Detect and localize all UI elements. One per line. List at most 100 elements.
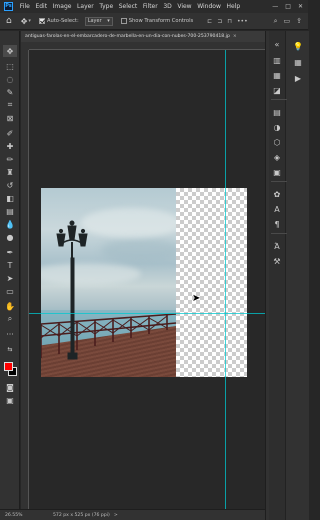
horizontal-ruler[interactable] [29, 42, 265, 50]
show-transform-controls-label: Show Transform Controls [128, 18, 194, 24]
vertical-guide[interactable] [225, 50, 226, 509]
home-icon[interactable]: ⌂ [6, 16, 12, 26]
tool-presets-icon[interactable]: ⚒ [269, 254, 285, 268]
foreground-color-swatch[interactable] [4, 362, 13, 371]
history-brush-tool-icon[interactable]: ↺ [3, 179, 17, 191]
actions-panel-icon[interactable]: ▶ [290, 71, 306, 85]
paragraph-panel-icon[interactable]: ¶ [269, 217, 285, 231]
screen-mode-icon[interactable]: ▣ [3, 394, 17, 406]
minimize-icon[interactable]: — [272, 3, 278, 10]
dodge-tool-icon[interactable]: ● [3, 231, 17, 243]
properties-panel-icon[interactable]: ▦ [269, 68, 285, 82]
options-bar: ⌂ ✥ ▾ Auto-Select: Layer ▾ Show Transfor… [0, 13, 308, 30]
menu-filter[interactable]: Filter [140, 3, 160, 10]
status-bar: 26.55% 572 px x 525 px (76 ppi) > [0, 509, 265, 520]
auto-select-checkbox[interactable] [38, 18, 45, 24]
move-cursor-icon: ➤ [192, 293, 201, 304]
pen-tool-icon[interactable]: ✒ [3, 246, 17, 258]
status-menu-caret-icon[interactable]: > [114, 513, 118, 518]
maximize-icon[interactable]: □ [285, 3, 291, 10]
brush-tool-icon[interactable]: ✏ [3, 153, 17, 165]
canvas-area[interactable]: ➤ [29, 50, 265, 509]
panel-dock-secondary: 💡 ▦ ▶ [287, 31, 309, 520]
menu-bar: Ps File Edit Image Layer Type Select Fil… [0, 0, 308, 13]
menu-file[interactable]: File [17, 3, 33, 10]
type-tool-icon[interactable]: T [3, 259, 17, 271]
brush-settings-icon[interactable]: ✿ [269, 187, 285, 201]
learn-panel-icon[interactable]: 💡 [290, 39, 306, 53]
harbour-lamppost-photo[interactable] [41, 188, 176, 377]
zoom-level[interactable]: 26.55% [5, 513, 47, 518]
auto-select-target-value: Layer [87, 18, 102, 24]
photoshop-logo-icon[interactable]: Ps [4, 2, 13, 11]
horizontal-guide[interactable] [29, 313, 265, 314]
window-controls: — □ ✕ [272, 3, 308, 10]
menu-select[interactable]: Select [116, 3, 140, 10]
menu-help[interactable]: Help [224, 3, 243, 10]
eraser-tool-icon[interactable]: ◧ [3, 192, 17, 204]
menu-type[interactable]: Type [97, 3, 116, 10]
vertical-ruler[interactable] [21, 50, 29, 509]
move-tool-icon[interactable]: ✥ [21, 17, 28, 26]
menu-image[interactable]: Image [50, 3, 74, 10]
ruler-corner [21, 42, 29, 50]
crop-tool-icon[interactable]: ⌗ [3, 99, 17, 111]
history-panel-icon[interactable]: ▥ [269, 53, 285, 67]
transparent-area[interactable] [176, 188, 247, 377]
libraries-panel-icon[interactable]: ⬡ [269, 135, 285, 149]
path-selection-tool-icon[interactable]: ➤ [3, 272, 17, 284]
workspace-icon[interactable]: ▭ [284, 17, 291, 26]
zoom-tool-icon[interactable]: ⌕ [3, 313, 17, 325]
rectangle-marquee-tool-icon[interactable]: ⬚ [3, 60, 17, 72]
menu-3d[interactable]: 3D [161, 3, 175, 10]
auto-select-target-dropdown[interactable]: Layer ▾ [84, 16, 113, 26]
show-transform-controls-checkbox[interactable] [120, 18, 127, 24]
color-panel-icon[interactable]: ◪ [269, 83, 285, 97]
quick-selection-tool-icon[interactable]: ✎ [3, 86, 17, 98]
panel-toggle-arrows-icon[interactable]: « [269, 37, 285, 51]
swap-colors-icon[interactable]: ⇆ [3, 343, 17, 355]
gradient-tool-icon[interactable]: ▤ [3, 205, 17, 217]
chevron-down-icon: ▾ [107, 18, 110, 24]
document-tab-title: antiguas-farolas-en-el-embarcadero-de-ma… [25, 34, 230, 39]
blur-tool-icon[interactable]: 💧 [3, 218, 17, 230]
swatches-panel-icon[interactable]: ▤ [269, 105, 285, 119]
character-panel-icon[interactable]: A [269, 202, 285, 216]
hand-tool-icon[interactable]: ✋ [3, 300, 17, 312]
quick-mask-icon[interactable]: ◙ [3, 381, 17, 393]
lasso-tool-icon[interactable]: ◌ [3, 73, 17, 85]
document-info: 572 px x 525 px (76 ppi) [53, 512, 110, 518]
lamppost-and-railing-graphic [41, 220, 176, 360]
channels-panel-icon[interactable]: ▣ [269, 165, 285, 179]
rectangle-tool-icon[interactable]: ▭ [3, 285, 17, 297]
spot-healing-brush-icon[interactable]: ✚ [3, 140, 17, 152]
layer-comps-icon[interactable]: ▦ [290, 55, 306, 69]
options-right-icons: ⌕ ▭ ⇪ [274, 17, 308, 26]
menu-view[interactable]: View [175, 3, 195, 10]
panel-dock-collapsed: « ▥ ▦ ◪ ▤ ◑ ⬡ ◈ ▣ ✿ A ¶ Ά ⚒ [269, 31, 287, 520]
auto-select-label: Auto-Select: [46, 18, 79, 24]
tab-close-icon[interactable]: × [233, 34, 237, 39]
document-canvas[interactable] [41, 188, 247, 377]
menu-window[interactable]: Window [194, 3, 223, 10]
document-tab-bar: antiguas-farolas-en-el-embarcadero-de-ma… [21, 31, 265, 42]
clone-stamp-tool-icon[interactable]: ♜ [3, 166, 17, 178]
close-icon[interactable]: ✕ [298, 3, 303, 10]
align-center-icon[interactable]: ⊐ [217, 18, 222, 25]
share-icon[interactable]: ⇪ [296, 17, 302, 26]
document-tab[interactable]: antiguas-farolas-en-el-embarcadero-de-ma… [21, 31, 265, 42]
layers-panel-icon[interactable]: ◈ [269, 150, 285, 164]
adjustments-panel-icon[interactable]: ◑ [269, 120, 285, 134]
frame-tool-icon[interactable]: ⊠ [3, 112, 17, 124]
align-right-icon[interactable]: ⊓ [227, 18, 232, 25]
tool-preset-caret-icon[interactable]: ▾ [28, 18, 31, 24]
menu-edit[interactable]: Edit [33, 3, 50, 10]
eyedropper-tool-icon[interactable]: ✐ [3, 127, 17, 139]
align-left-icon[interactable]: ⊏ [207, 18, 212, 25]
menu-layer[interactable]: Layer [74, 3, 96, 10]
more-options-button[interactable]: ••• [237, 18, 248, 25]
search-icon[interactable]: ⌕ [274, 17, 278, 26]
glyphs-panel-icon[interactable]: Ά [269, 239, 285, 253]
move-tool-icon[interactable]: ✥ [3, 45, 17, 57]
more-tools-icon[interactable]: ··· [3, 328, 17, 340]
